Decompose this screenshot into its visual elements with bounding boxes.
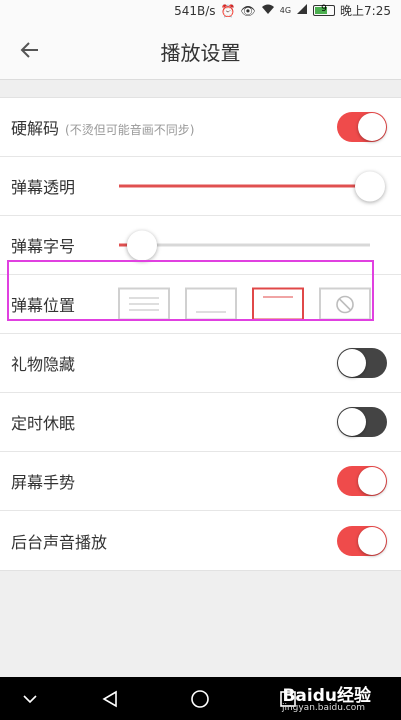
setting-label: 后台声音播放 [11, 532, 108, 552]
setting-label: 礼物隐藏 [11, 355, 76, 374]
gift-hide-toggle[interactable] [337, 348, 387, 378]
setting-note: (不烫但可能音画不同步) [65, 123, 195, 137]
battery-level: 9 [321, 4, 327, 14]
setting-label: 屏幕手势 [11, 473, 76, 492]
settings-list: 硬解码 (不烫但可能音画不同步) 弹幕透明 弹幕字号 弹幕位置 礼物隐藏 定时休… [0, 97, 401, 571]
danmaku-position-options [118, 287, 371, 321]
signal-icon [296, 3, 308, 18]
position-off-button[interactable] [319, 287, 371, 321]
position-top-button[interactable] [252, 287, 304, 321]
navigation-bar: Baidu经验 jingyan.baidu.com [0, 677, 401, 720]
watermark-url: jingyan.baidu.com [281, 703, 365, 713]
setting-screen-gesture: 屏幕手势 [0, 452, 401, 511]
setting-hardware-decode: 硬解码 (不烫但可能音画不同步) [0, 98, 401, 157]
position-full-button[interactable] [118, 287, 170, 321]
setting-label: 定时休眠 [11, 414, 76, 433]
prohibited-icon [336, 295, 354, 313]
status-bar: 541B/s ⏰ 👁 4G 9 晚上7:25 [0, 0, 401, 20]
danmaku-font-size-slider[interactable] [119, 230, 370, 260]
chevron-down-icon [23, 695, 37, 704]
background-audio-toggle[interactable] [337, 525, 387, 556]
circle-home-icon [191, 690, 209, 708]
setting-label: 弹幕位置 [11, 296, 76, 315]
network-speed: 541B/s [174, 3, 216, 18]
screen-gesture-toggle[interactable] [337, 466, 387, 496]
setting-label: 弹幕透明 [11, 178, 76, 197]
nav-back-button[interactable] [96, 685, 124, 713]
page-title: 播放设置 [160, 41, 241, 65]
alarm-icon: ⏰ [220, 3, 236, 18]
slider-thumb[interactable] [126, 230, 157, 260]
clock: 晚上7:25 [340, 4, 391, 18]
setting-label: 弹幕字号 [11, 237, 76, 256]
sleep-timer-toggle[interactable] [337, 407, 387, 437]
network-type: 4G [279, 6, 292, 15]
header: 播放设置 [0, 20, 401, 80]
danmaku-opacity-slider[interactable] [119, 171, 385, 201]
eye-icon: 👁 [240, 3, 256, 18]
position-bottom-button[interactable] [185, 287, 237, 321]
setting-danmaku-opacity: 弹幕透明 [0, 157, 401, 216]
setting-background-audio: 后台声音播放 [0, 511, 401, 570]
triangle-back-icon [102, 690, 117, 708]
wifi-icon [261, 3, 275, 18]
hardware-decode-toggle[interactable] [337, 112, 387, 142]
setting-gift-hide: 礼物隐藏 [0, 334, 401, 393]
setting-danmaku-font-size: 弹幕字号 [0, 216, 401, 275]
setting-label: 硬解码 [11, 119, 60, 138]
nav-home-button[interactable] [186, 685, 214, 713]
slider-thumb[interactable] [355, 171, 385, 201]
nav-down-button[interactable] [16, 685, 44, 713]
setting-sleep-timer: 定时休眠 [0, 393, 401, 452]
battery-icon: 9 [313, 4, 336, 16]
setting-danmaku-position: 弹幕位置 [0, 275, 401, 334]
